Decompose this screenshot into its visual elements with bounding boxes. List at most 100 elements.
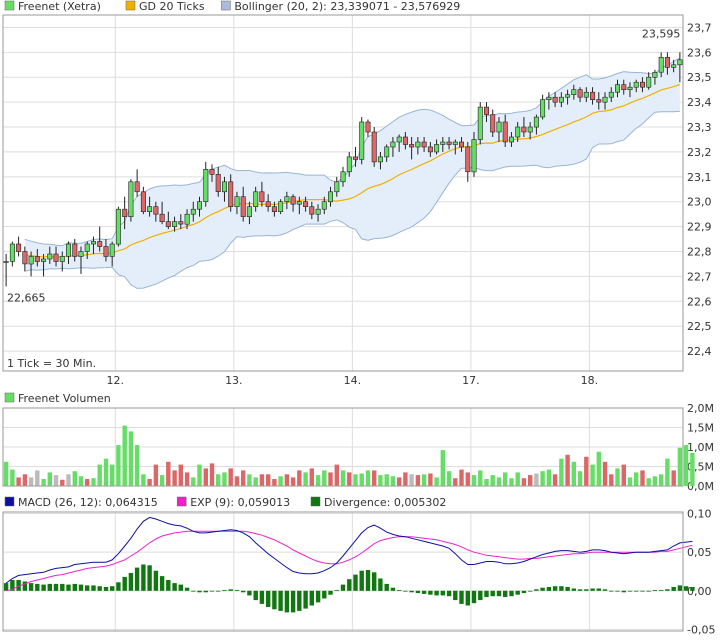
volume-y-tick-2: 1,0M xyxy=(687,441,714,454)
volume-bar-24 xyxy=(153,464,159,486)
volume-bar-106 xyxy=(665,458,670,486)
candle-body-0 xyxy=(3,261,9,263)
candle-body-48 xyxy=(303,201,309,207)
divergence-bar-89 xyxy=(559,586,564,591)
price-y-tick-11: 23,5 xyxy=(687,71,712,84)
candle-body-43 xyxy=(271,206,277,212)
candle-body-66 xyxy=(415,141,421,148)
volume-bar-91 xyxy=(571,461,576,486)
candle-body-24 xyxy=(153,206,159,215)
volume-bar-15 xyxy=(97,464,102,486)
candle-body-1 xyxy=(9,243,15,262)
macd-panel-frame xyxy=(2,511,684,632)
divergence-bar-75 xyxy=(471,590,477,604)
volume-y-tick-4: 2,0M xyxy=(687,402,714,415)
candle-body-88 xyxy=(552,96,558,103)
divergence-bar-35 xyxy=(222,590,227,591)
volume-y-tick-3: 1,5M xyxy=(687,422,714,435)
divergence-bar-72 xyxy=(453,590,458,601)
divergence-bar-57 xyxy=(359,570,364,591)
candle-body-41 xyxy=(259,191,265,203)
divergence-bar-108 xyxy=(677,585,683,591)
price-y-tick-8: 23,2 xyxy=(687,146,712,159)
volume-bar-63 xyxy=(397,477,402,486)
volume-bar-87 xyxy=(546,469,552,486)
volume-bar-46 xyxy=(290,477,296,486)
divergence-bar-46 xyxy=(290,590,296,613)
candle-body-104 xyxy=(652,72,658,78)
divergence-bar-5 xyxy=(35,583,40,591)
divergence-bar-55 xyxy=(347,579,352,591)
volume-bar-109 xyxy=(683,445,689,486)
candle-body-56 xyxy=(352,156,358,160)
volume-legend-label-0: Freenet Volumen xyxy=(18,392,111,405)
volume-bar-50 xyxy=(315,475,321,486)
candle-body-61 xyxy=(384,146,390,158)
candle-body-99 xyxy=(621,84,627,90)
price-y-tick-6: 23,0 xyxy=(687,196,712,209)
candle-body-17 xyxy=(109,243,115,257)
divergence-bar-44 xyxy=(278,590,283,611)
divergence-bar-53 xyxy=(334,590,339,591)
divergence-bar-52 xyxy=(328,590,333,595)
volume-bar-73 xyxy=(459,469,464,486)
divergence-bar-21 xyxy=(134,567,140,591)
candle-body-74 xyxy=(465,146,471,173)
volume-bar-16 xyxy=(103,458,109,486)
volume-bar-32 xyxy=(203,468,208,486)
candle-body-38 xyxy=(240,196,246,217)
candle-body-52 xyxy=(327,191,333,203)
divergence-bar-34 xyxy=(216,590,221,592)
divergence-bar-77 xyxy=(484,590,489,597)
volume-bar-88 xyxy=(552,474,558,486)
candle-body-108 xyxy=(677,59,683,66)
price-legend-swatch-1 xyxy=(125,0,136,11)
volume-bar-29 xyxy=(184,472,190,486)
candle-body-69 xyxy=(434,144,440,153)
divergence-bar-79 xyxy=(496,590,502,597)
candle-body-59 xyxy=(371,131,377,163)
candle-body-20 xyxy=(128,181,134,218)
candle-body-51 xyxy=(321,201,327,210)
candle-body-98 xyxy=(614,84,620,93)
volume-bar-62 xyxy=(390,476,396,487)
candle-body-25 xyxy=(159,213,165,222)
candle-body-107 xyxy=(671,64,677,68)
candle-body-29 xyxy=(184,213,190,225)
volume-bar-79 xyxy=(496,477,502,486)
divergence-bar-83 xyxy=(521,590,527,594)
volume-bar-26 xyxy=(166,461,171,486)
divergence-bar-27 xyxy=(172,583,177,591)
volume-bar-55 xyxy=(347,472,352,486)
candle-body-47 xyxy=(296,201,302,205)
volume-bar-34 xyxy=(216,474,221,486)
divergence-bar-24 xyxy=(153,570,159,591)
candle-body-75 xyxy=(471,139,477,173)
candle-body-45 xyxy=(284,196,290,202)
candle-body-101 xyxy=(633,81,639,88)
macd-legend-label-2: Divergence: 0,005302 xyxy=(324,496,446,509)
divergence-bar-92 xyxy=(577,589,583,591)
macd-y-tick-0: -0,05 xyxy=(687,623,715,636)
volume-bar-12 xyxy=(78,476,84,487)
volume-bar-72 xyxy=(453,478,458,486)
volume-bar-1 xyxy=(10,469,15,486)
volume-bar-65 xyxy=(409,474,414,486)
price-y-tick-9: 23,3 xyxy=(687,121,712,134)
candle-body-86 xyxy=(540,99,546,118)
volume-bar-57 xyxy=(359,473,364,486)
divergence-bar-11 xyxy=(72,583,77,591)
divergence-bar-105 xyxy=(659,590,664,591)
divergence-bar-80 xyxy=(503,590,508,597)
divergence-bar-10 xyxy=(66,584,71,591)
divergence-bar-38 xyxy=(241,590,246,593)
volume-bar-58 xyxy=(365,470,371,486)
max-price-label: 23,595 xyxy=(642,27,681,40)
volume-bar-67 xyxy=(421,474,427,486)
volume-bar-59 xyxy=(372,470,377,486)
divergence-bar-98 xyxy=(615,590,620,592)
volume-bar-7 xyxy=(47,472,52,486)
divergence-bar-74 xyxy=(465,590,470,606)
volume-bar-3 xyxy=(22,474,28,486)
volume-bar-86 xyxy=(540,471,545,486)
